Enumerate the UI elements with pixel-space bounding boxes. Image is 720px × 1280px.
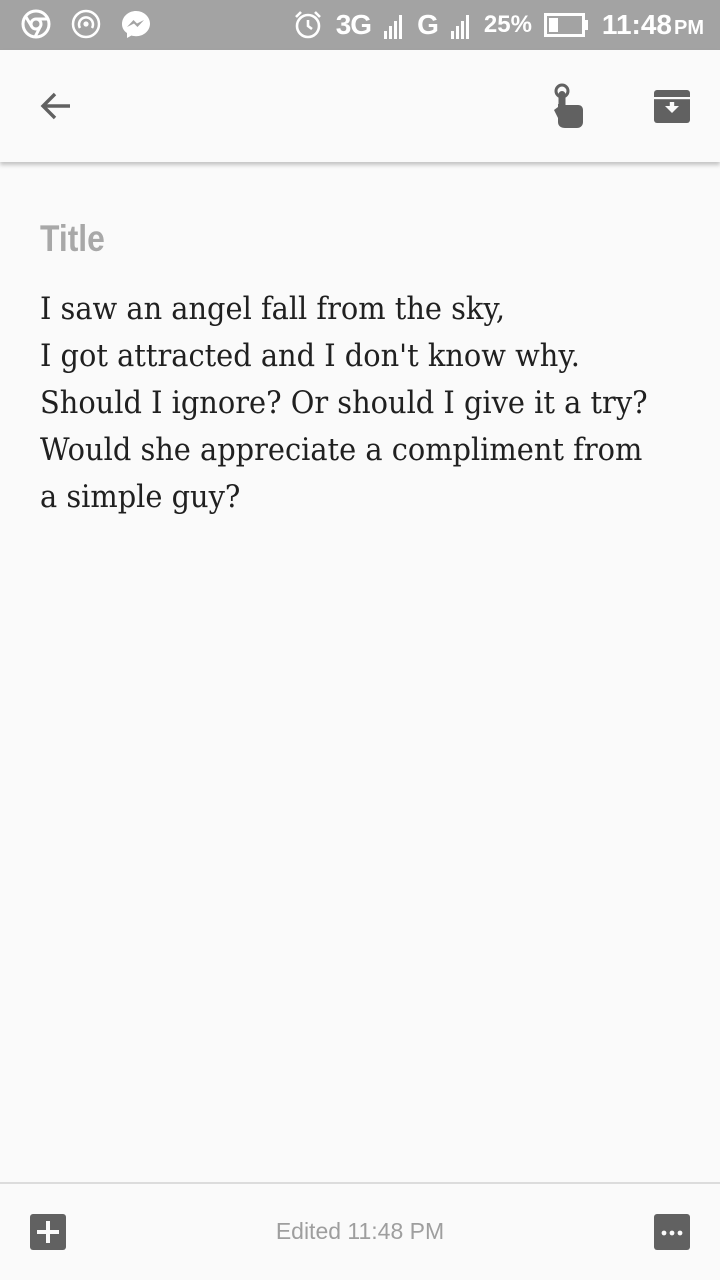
note-body-line: Should I ignore? Or should I give it a t… [40,385,648,421]
alarm-icon [294,11,321,39]
pin-finger-icon [554,83,583,128]
clock-ampm: PM [674,17,704,39]
status-bar: 3G G 25% 11:48 PM [0,0,720,50]
battery-percent: 25% [483,11,532,38]
messenger-icon [122,11,150,38]
signal-icon-secondary [450,15,469,39]
bottom-bar: Edited 11:48 PM [0,1182,720,1280]
hotspot-icon [71,9,101,39]
clock: 11:48 PM [602,9,704,41]
archive-icon [654,90,690,123]
note-content: Title I saw an angel fall from the sky, … [0,162,720,1182]
chrome-icon [21,9,51,39]
network-type-secondary: G [417,9,439,40]
title-input[interactable]: Title [40,218,590,260]
pin-button[interactable] [536,76,596,136]
note-body-input[interactable]: I saw an angel fall from the sky, I got … [40,286,690,521]
back-button[interactable] [26,76,86,136]
more-options-icon[interactable] [654,1214,690,1250]
signal-icon [384,15,403,39]
note-body-line: Would she appreciate a compliment from [40,432,643,468]
back-arrow-icon [40,92,70,120]
edited-timestamp: Edited 11:48 PM [275,1218,445,1244]
clock-time: 11:48 [601,9,672,40]
note-body-line: I got attracted and I don't know why. [40,338,580,374]
note-body-line: I saw an angel fall from the sky, [40,291,505,327]
top-toolbar [0,50,720,162]
network-type: 3G [335,9,372,40]
archive-button[interactable] [642,76,702,136]
battery-icon [543,13,588,37]
status-right: 3G G 25% 11:48 PM [292,0,704,50]
note-editor-screen: 3G G 25% 11:48 PM Title I saw an angel f… [0,0,720,1280]
note-body-line: a simple guy? [40,479,241,515]
notification-icons [20,8,152,40]
